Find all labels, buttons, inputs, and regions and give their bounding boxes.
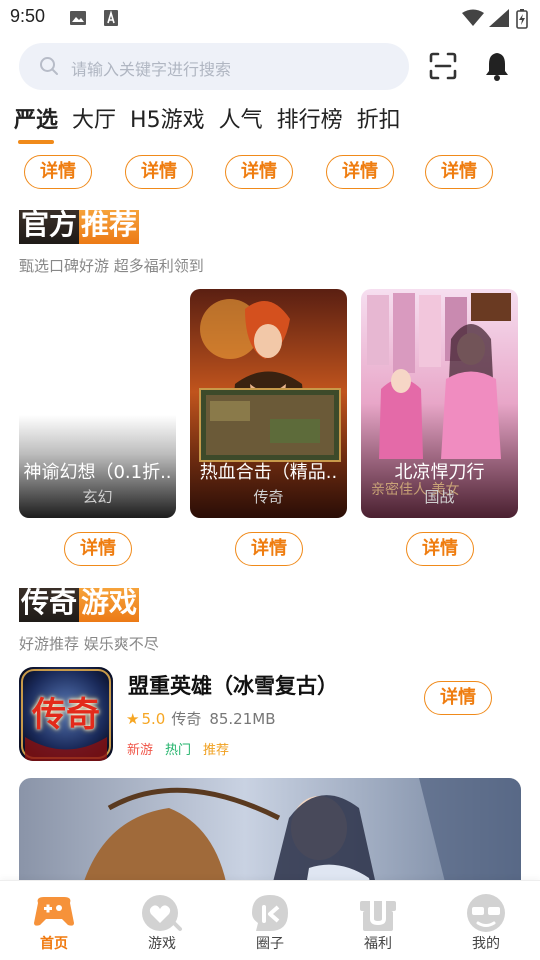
game-card-name: 北凉悍刀行 bbox=[394, 462, 485, 483]
search-icon bbox=[39, 56, 59, 80]
nav-home[interactable]: 首页 bbox=[19, 893, 89, 953]
game-size: 85.21MB bbox=[209, 709, 276, 728]
game-card-name: 神谕幻想（0.1折.. bbox=[23, 462, 172, 483]
bottom-nav: 首页 游戏 圈子 福利 我的 bbox=[0, 880, 540, 960]
nav-label: 福利 bbox=[364, 936, 392, 952]
game-card-tag: 国战 bbox=[424, 488, 455, 506]
tab-discount[interactable]: 折扣 bbox=[357, 104, 401, 144]
signal-icon bbox=[489, 9, 509, 31]
image-notification-icon bbox=[69, 9, 87, 31]
game-tag: 推荐 bbox=[203, 743, 230, 758]
app-notification-icon bbox=[103, 9, 119, 31]
section-title-legend: 传奇 游戏 bbox=[19, 584, 140, 622]
battery-icon bbox=[516, 9, 528, 33]
star-icon: ★ bbox=[126, 709, 140, 728]
nav-welfare[interactable]: 福利 bbox=[343, 893, 413, 953]
section-subtitle: 好游推荐 娱乐爽不尽 bbox=[19, 635, 159, 653]
nav-label: 首页 bbox=[40, 936, 68, 952]
nav-community[interactable]: 圈子 bbox=[235, 893, 305, 953]
section-title-dark: 传奇 bbox=[19, 584, 80, 622]
wifi-icon bbox=[462, 9, 484, 31]
tab-lobby[interactable]: 大厅 bbox=[72, 104, 116, 144]
nav-games[interactable]: 游戏 bbox=[127, 893, 197, 953]
gift-icon bbox=[356, 893, 400, 933]
notification-bell-icon[interactable] bbox=[482, 50, 512, 82]
profile-face-icon bbox=[464, 893, 508, 933]
category-tabs: 严选 大厅 H5游戏 人气 排行榜 折扣 bbox=[14, 104, 415, 144]
nav-label: 圈子 bbox=[256, 936, 284, 952]
section-title-orange: 游戏 bbox=[79, 584, 140, 622]
detail-button[interactable]: 详情 bbox=[225, 155, 293, 189]
detail-button[interactable]: 详情 bbox=[125, 155, 193, 189]
section-title-official: 官方 推荐 bbox=[19, 206, 140, 244]
status-bar: 9:50 bbox=[0, 0, 540, 36]
section-subtitle: 甄选口碑好游 超多福利领到 bbox=[19, 257, 204, 275]
nav-label: 我的 bbox=[472, 936, 500, 952]
game-card[interactable]: 亲密佳人 美女 北凉悍刀行 国战 bbox=[361, 289, 518, 518]
detail-button[interactable]: 详情 bbox=[326, 155, 394, 189]
status-time: 9:50 bbox=[10, 6, 46, 26]
detail-button[interactable]: 详情 bbox=[406, 532, 474, 566]
tab-h5-games[interactable]: H5游戏 bbox=[130, 104, 205, 144]
section-title-orange: 推荐 bbox=[79, 206, 140, 244]
game-card[interactable]: 神谕幻想（0.1折.. 玄幻 bbox=[19, 289, 176, 518]
detail-button[interactable]: 详情 bbox=[24, 155, 92, 189]
tab-featured[interactable]: 严选 bbox=[14, 104, 58, 144]
game-icon[interactable]: 传奇 bbox=[19, 667, 113, 761]
gamepad-icon bbox=[32, 893, 76, 933]
game-card-tag: 玄幻 bbox=[82, 488, 113, 506]
game-card-tag: 传奇 bbox=[253, 488, 284, 506]
detail-button[interactable]: 详情 bbox=[235, 532, 303, 566]
circle-chat-icon bbox=[248, 893, 292, 933]
game-tag: 热门 bbox=[165, 743, 192, 758]
tab-popular[interactable]: 人气 bbox=[219, 104, 263, 144]
scan-icon[interactable] bbox=[427, 50, 459, 82]
game-card[interactable]: 热血合击（精品.. 传奇 bbox=[190, 289, 347, 518]
game-tag: 新游 bbox=[127, 743, 154, 758]
game-tags: 新游 热门 推荐 bbox=[127, 739, 241, 758]
detail-button[interactable]: 详情 bbox=[425, 155, 493, 189]
detail-button[interactable]: 详情 bbox=[64, 532, 132, 566]
game-card-name: 热血合击（精品.. bbox=[199, 462, 338, 483]
nav-profile[interactable]: 我的 bbox=[451, 893, 521, 953]
game-meta: ★ 5.0 传奇 85.21MB bbox=[126, 708, 276, 729]
game-rating: 5.0 bbox=[141, 709, 166, 728]
game-heart-icon bbox=[140, 893, 184, 933]
detail-button[interactable]: 详情 bbox=[424, 681, 492, 715]
game-title[interactable]: 盟重英雄（冰雪复古） bbox=[128, 670, 338, 700]
nav-label: 游戏 bbox=[148, 936, 176, 952]
tab-ranking[interactable]: 排行榜 bbox=[277, 104, 343, 144]
search-input-placeholder[interactable]: 请输入关键字进行搜索 bbox=[71, 56, 231, 80]
game-category: 传奇 bbox=[171, 710, 202, 728]
game-icon-text: 传奇 bbox=[32, 695, 100, 735]
section-title-dark: 官方 bbox=[19, 206, 80, 244]
search-bar[interactable]: 请输入关键字进行搜索 bbox=[19, 43, 409, 90]
